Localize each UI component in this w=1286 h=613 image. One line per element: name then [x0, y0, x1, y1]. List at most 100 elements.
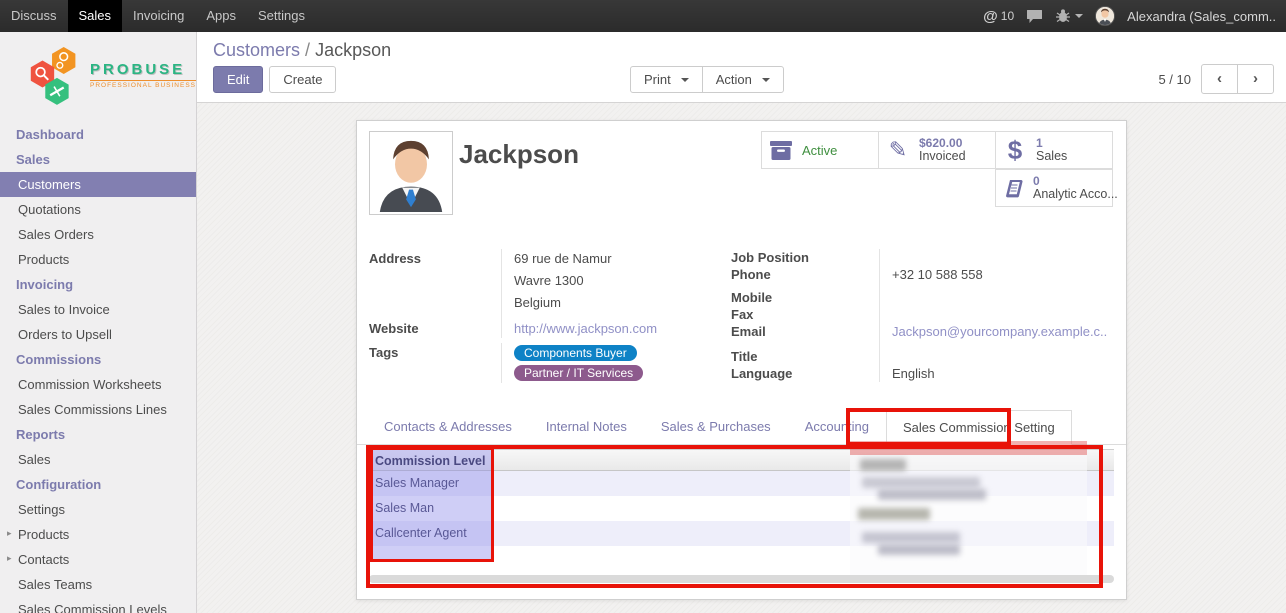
- commission-level-table: Commission Level Sales Manager Sales Man…: [369, 449, 1114, 561]
- action-dropdown-button[interactable]: Action: [702, 66, 784, 93]
- sidebar-item-dashboard[interactable]: Dashboard: [0, 122, 196, 147]
- table-row[interactable]: Sales Manager: [369, 471, 1114, 496]
- sidebar-item-sales-teams[interactable]: Sales Teams: [0, 572, 196, 597]
- address-label: Address: [369, 249, 501, 319]
- page-title: Jackpson: [459, 139, 579, 170]
- mentions-count: 10: [1001, 9, 1014, 23]
- debug-bug-icon[interactable]: [1055, 8, 1083, 24]
- breadcrumb-customers[interactable]: Customers: [213, 40, 300, 60]
- pager-value: 5 / 10: [1158, 72, 1191, 87]
- tag-components-buyer[interactable]: Components Buyer: [514, 345, 637, 361]
- create-button[interactable]: Create: [269, 66, 336, 93]
- user-menu[interactable]: Alexandra (Sales_comm..: [1127, 9, 1276, 24]
- table-row[interactable]: Sales Man: [369, 496, 1114, 521]
- sidebar-item-reports-sales[interactable]: Sales: [0, 447, 196, 472]
- sidebar-item-orders-to-upsell[interactable]: Orders to Upsell: [0, 322, 196, 347]
- sidebar-item-config-products[interactable]: ▸Products: [0, 522, 196, 547]
- language-value: English: [879, 365, 1115, 382]
- archive-icon: [768, 140, 794, 161]
- phone-value: +32 10 588 558: [879, 266, 1115, 283]
- menu-sales[interactable]: Sales: [68, 0, 123, 32]
- logo-subtitle: PROFESSIONAL BUSINESS: [90, 80, 196, 89]
- tab-accounting[interactable]: Accounting: [788, 409, 886, 444]
- sidebar-item-settings[interactable]: Settings: [0, 497, 196, 522]
- sidebar-section-invoicing: Invoicing: [0, 272, 196, 297]
- chevron-down-icon: [1075, 14, 1083, 18]
- mobile-label: Mobile: [731, 289, 879, 306]
- menu-invoicing[interactable]: Invoicing: [122, 0, 195, 32]
- address-value: 69 rue de Namur Wavre 1300 Belgium: [501, 249, 725, 319]
- edit-icon: ✎: [885, 137, 911, 163]
- tab-sales-commission-setting[interactable]: Sales Commission Setting: [886, 410, 1072, 445]
- sidebar-section-reports: Reports: [0, 422, 196, 447]
- chevron-down-icon: [762, 78, 770, 82]
- menu-apps[interactable]: Apps: [195, 0, 247, 32]
- fax-label: Fax: [731, 306, 879, 323]
- pager-previous-button[interactable]: ‹: [1201, 64, 1238, 94]
- title-label: Title: [731, 348, 879, 365]
- website-label: Website: [369, 319, 501, 338]
- chat-icon[interactable]: [1026, 9, 1043, 24]
- breadcrumb: Customers / Jackpson: [197, 32, 1286, 61]
- sidebar-item-sales-commission-levels[interactable]: Sales Commission Levels: [0, 597, 196, 613]
- menu-discuss[interactable]: Discuss: [0, 0, 68, 32]
- sales-stat-button[interactable]: $ 1 Sales: [995, 131, 1113, 169]
- probuse-logo-icon: [28, 42, 84, 108]
- user-avatar[interactable]: [1095, 6, 1115, 26]
- tag-partner-it-services[interactable]: Partner / IT Services: [514, 365, 643, 381]
- breadcrumb-current: Jackpson: [315, 40, 391, 60]
- table-header-commission-level[interactable]: Commission Level: [369, 449, 1114, 471]
- sidebar-item-sales-commissions-lines[interactable]: Sales Commissions Lines: [0, 397, 196, 422]
- print-dropdown-button[interactable]: Print: [630, 66, 703, 93]
- menu-settings[interactable]: Settings: [247, 0, 316, 32]
- book-icon: [1002, 178, 1025, 198]
- tab-contacts-addresses[interactable]: Contacts & Addresses: [367, 409, 529, 444]
- field-group-right: Job Position Phone +32 10 588 558 Mobile…: [731, 249, 1115, 382]
- customer-photo[interactable]: [369, 131, 453, 215]
- email-label: Email: [731, 323, 879, 340]
- sidebar-item-sales-orders[interactable]: Sales Orders: [0, 222, 196, 247]
- chevron-right-icon[interactable]: ▸: [7, 553, 12, 564]
- sidebar-item-sales-to-invoice[interactable]: Sales to Invoice: [0, 297, 196, 322]
- language-label: Language: [731, 365, 879, 382]
- analytic-accounts-stat-button[interactable]: 0 Analytic Acco...: [995, 169, 1113, 207]
- top-menu: Discuss Sales Invoicing Apps Settings: [0, 0, 316, 32]
- fax-value: [879, 306, 1115, 323]
- sidebar-item-products[interactable]: Products: [0, 247, 196, 272]
- horizontal-scrollbar[interactable]: [369, 575, 1114, 583]
- tab-sales-purchases[interactable]: Sales & Purchases: [644, 409, 788, 444]
- sidebar-nav: Dashboard Sales Customers Quotations Sal…: [0, 122, 196, 613]
- sidebar-item-commission-worksheets[interactable]: Commission Worksheets: [0, 372, 196, 397]
- active-stat-button[interactable]: Active: [761, 131, 879, 169]
- sidebar-item-config-contacts[interactable]: ▸Contacts: [0, 547, 196, 572]
- tags-label: Tags: [369, 343, 501, 383]
- email-link[interactable]: Jackpson@yourcompany.example.c..: [892, 324, 1107, 339]
- form-view-background: Jackpson Active ✎ $620.00 Invoiced: [197, 103, 1286, 613]
- chevron-right-icon[interactable]: ▸: [7, 528, 12, 539]
- table-row-empty: [369, 546, 1114, 561]
- pager-next-button[interactable]: ›: [1237, 64, 1274, 94]
- edit-button[interactable]: Edit: [213, 66, 263, 93]
- table-row[interactable]: Callcenter Agent: [369, 521, 1114, 546]
- sidebar-section-sales[interactable]: Sales: [0, 147, 196, 172]
- customer-form-sheet: Jackpson Active ✎ $620.00 Invoiced: [356, 120, 1127, 600]
- field-group-left: Address 69 rue de Namur Wavre 1300 Belgi…: [369, 249, 725, 383]
- probuse-logo: PROBUSE PROFESSIONAL BUSINESS: [0, 32, 196, 122]
- phone-label: Phone: [731, 266, 879, 283]
- sidebar-item-customers[interactable]: Customers: [0, 172, 196, 197]
- tab-internal-notes[interactable]: Internal Notes: [529, 409, 644, 444]
- at-icon: @: [983, 8, 998, 25]
- job-position-label: Job Position: [731, 249, 879, 266]
- logo-title: PROBUSE: [90, 61, 196, 78]
- mentions-counter[interactable]: @ 10: [983, 8, 1014, 25]
- sidebar-section-configuration: Configuration: [0, 472, 196, 497]
- top-navbar: Discuss Sales Invoicing Apps Settings @ …: [0, 0, 1286, 32]
- website-link[interactable]: http://www.jackpson.com: [514, 321, 657, 336]
- sidebar-item-quotations[interactable]: Quotations: [0, 197, 196, 222]
- invoiced-stat-button[interactable]: ✎ $620.00 Invoiced: [878, 131, 996, 169]
- dollar-icon: $: [1002, 135, 1028, 166]
- mobile-value: [879, 289, 1115, 306]
- stat-buttons: Active ✎ $620.00 Invoiced $ 1 Sales: [759, 131, 1113, 207]
- control-panel: Customers / Jackpson Edit Create Print A…: [197, 32, 1286, 103]
- sidebar-section-commissions: Commissions: [0, 347, 196, 372]
